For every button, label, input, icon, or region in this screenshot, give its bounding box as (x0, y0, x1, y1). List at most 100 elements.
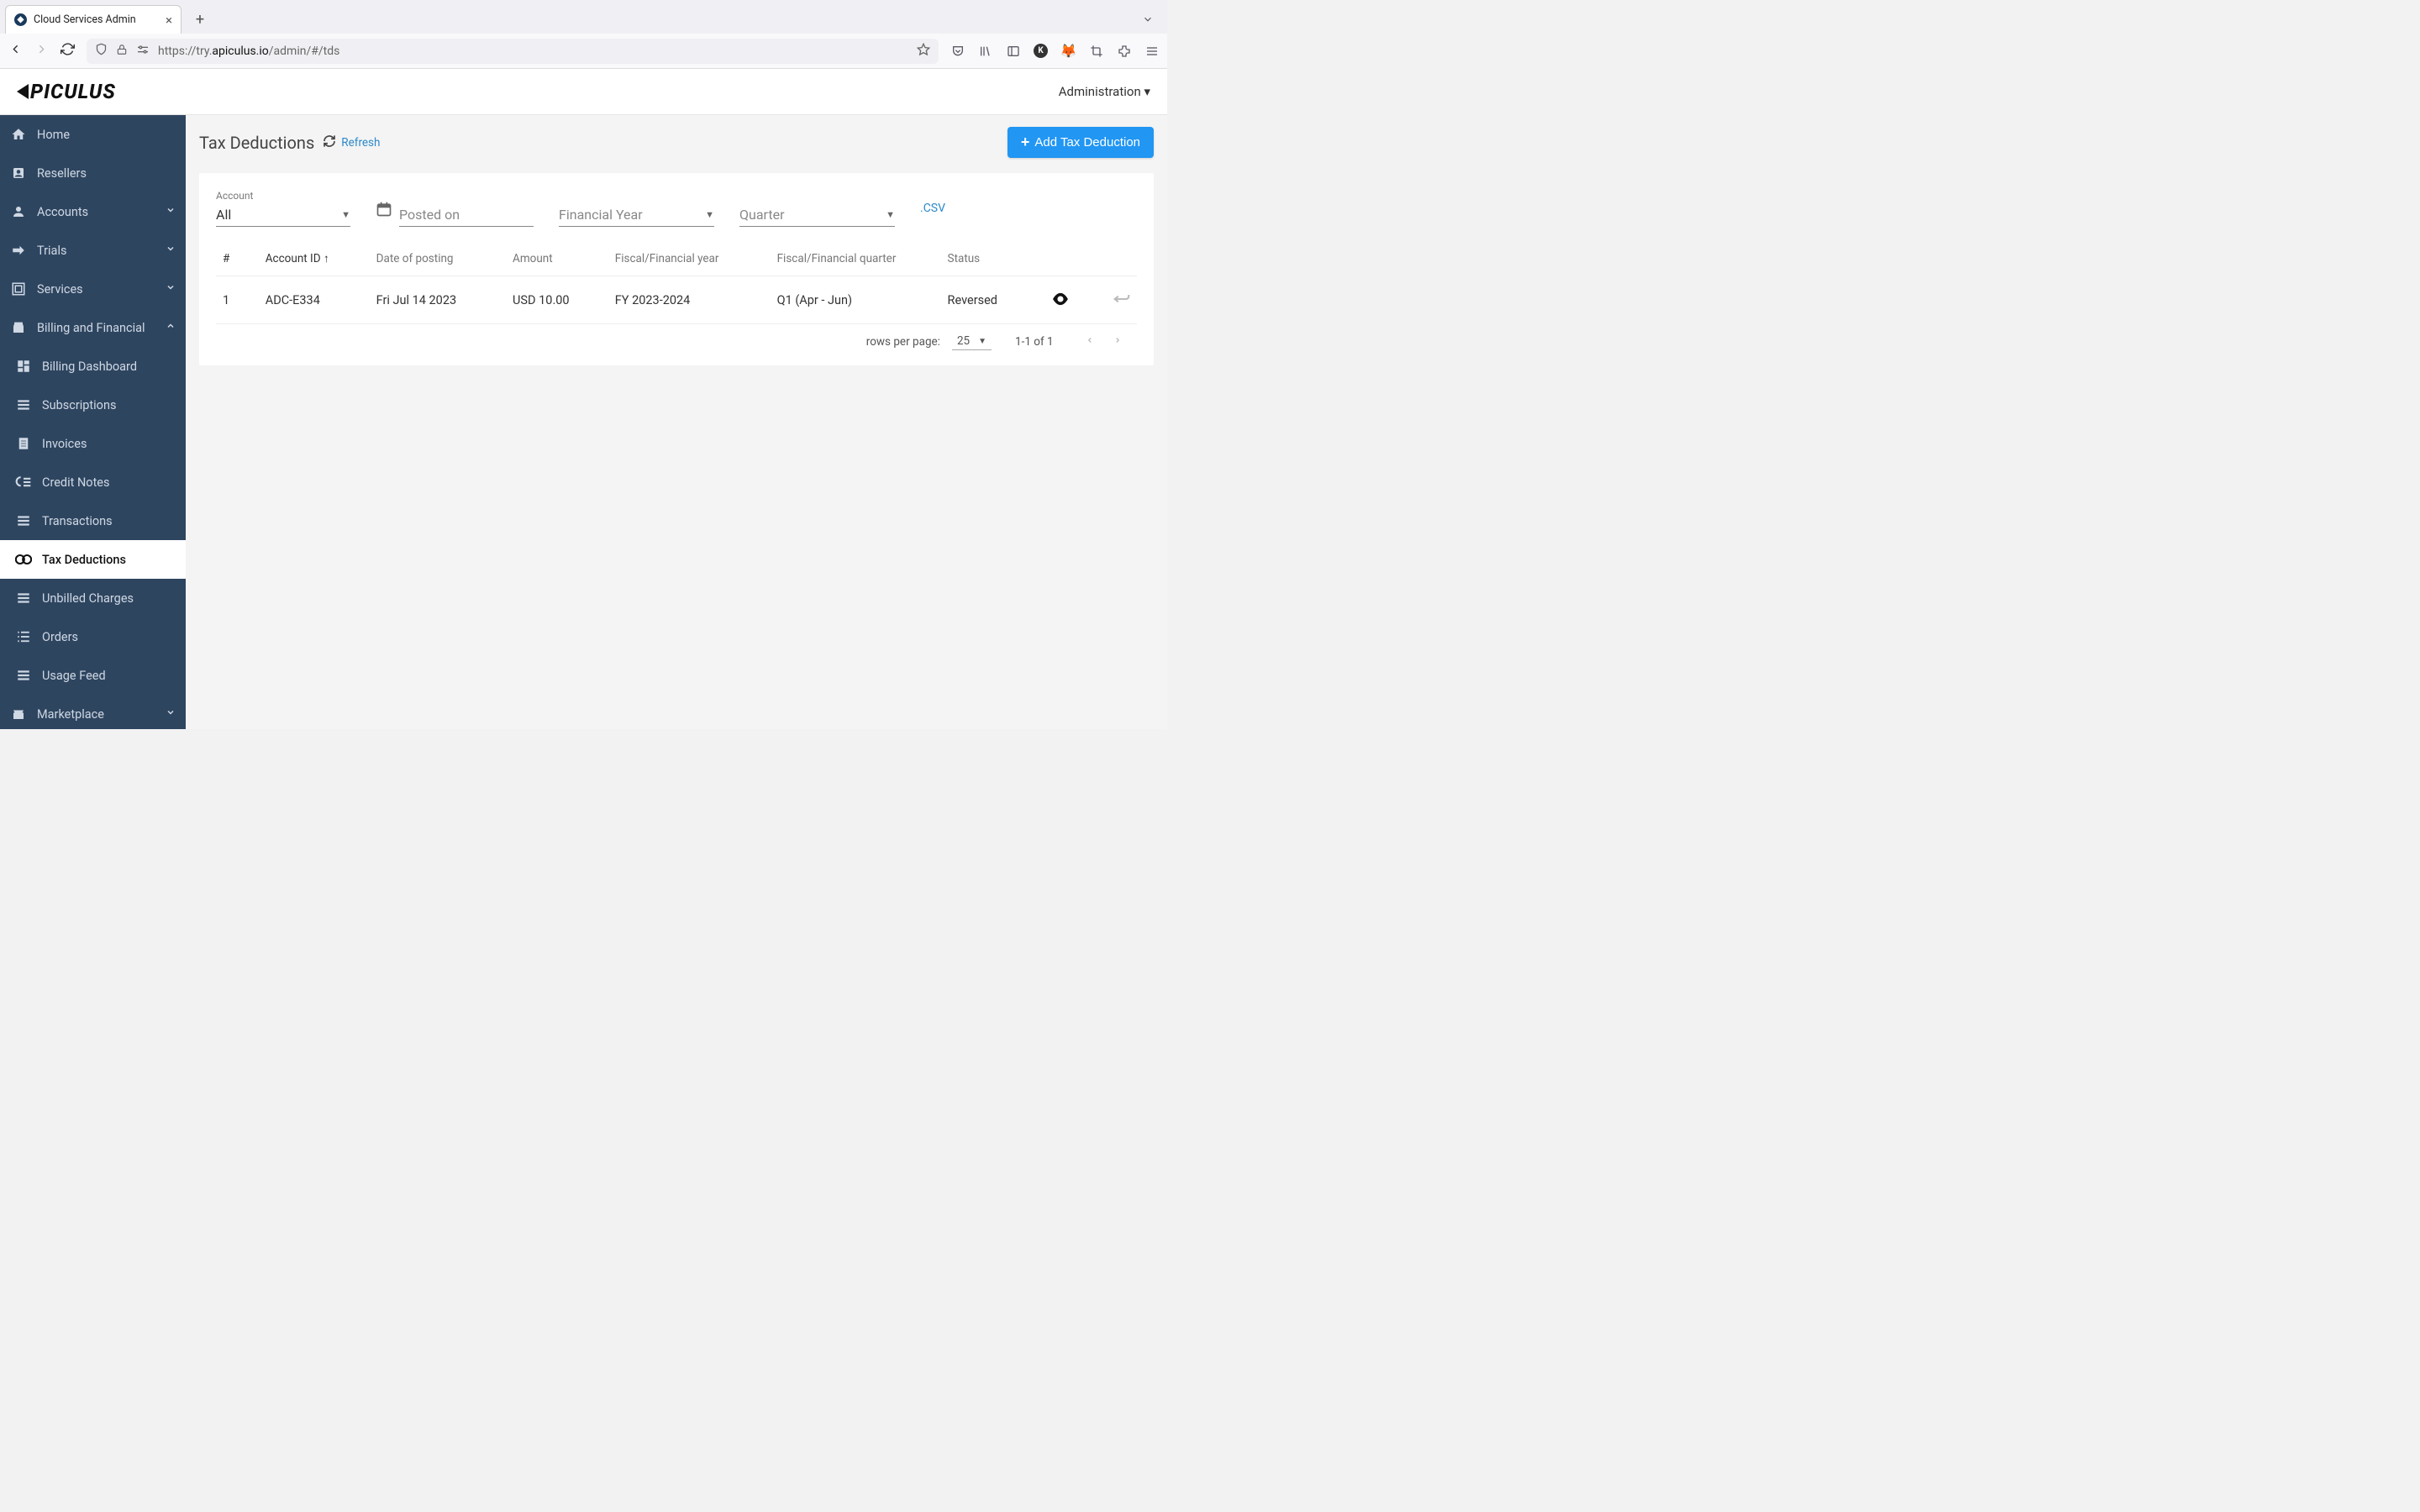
cell-fq: Q1 (Apr - Jun) (771, 276, 941, 324)
sidebar-item-usage-feed[interactable]: Usage Feed (0, 656, 186, 695)
metamask-icon[interactable]: 🦊 (1061, 44, 1076, 58)
col-fy[interactable]: Fiscal/Financial year (608, 242, 771, 276)
list-icon (15, 397, 32, 412)
sort-asc-icon: ↑ (324, 252, 329, 265)
view-icon[interactable] (1051, 290, 1070, 310)
col-fq[interactable]: Fiscal/Financial quarter (771, 242, 941, 276)
administration-dropdown[interactable]: Administration ▾ (1059, 84, 1150, 99)
sidebar-item-resellers[interactable]: Resellers (0, 154, 186, 192)
page-range: 1-1 of 1 (1015, 335, 1054, 349)
pagination: rows per page: 25 ▼ 1-1 of 1 (216, 324, 1137, 359)
sidebar-item-subscriptions[interactable]: Subscriptions (0, 386, 186, 424)
shield-icon (95, 43, 108, 59)
bookmark-icon[interactable] (917, 43, 930, 60)
marketplace-icon (10, 706, 27, 722)
cell-date: Fri Jul 14 2023 (370, 276, 506, 324)
dashboard-icon (15, 359, 32, 374)
sidebar: Home Resellers Accounts Trials Services … (0, 115, 186, 729)
chevron-down-icon: ▼ (705, 209, 714, 220)
extension-k-icon[interactable]: K (1034, 44, 1048, 58)
col-num: # (216, 242, 259, 276)
col-account-id[interactable]: Account ID ↑ (259, 242, 370, 276)
chevron-down-icon: ▼ (886, 209, 895, 220)
export-csv-link[interactable]: .CSV (920, 202, 945, 215)
address-bar: https://try.apiculus.io/admin/#/tds K 🦊 (0, 34, 1167, 69)
new-tab-button[interactable]: + (188, 8, 212, 31)
permissions-icon (136, 44, 150, 59)
sidebar-item-marketplace[interactable]: Marketplace (0, 695, 186, 729)
library-icon[interactable] (978, 44, 992, 58)
orders-icon (15, 629, 32, 644)
list-icon (15, 513, 32, 528)
cell-fy: FY 2023-2024 (608, 276, 771, 324)
home-icon (10, 127, 27, 142)
next-page-button[interactable] (1113, 333, 1122, 349)
col-status[interactable]: Status (941, 242, 1035, 276)
sidebar-item-trials[interactable]: Trials (0, 231, 186, 270)
logo[interactable]: PICULUS (17, 80, 116, 103)
return-icon[interactable] (1113, 291, 1130, 309)
sidebar-item-billing[interactable]: Billing and Financial (0, 308, 186, 347)
list-icon (15, 668, 32, 683)
app-header: PICULUS Administration ▾ (0, 69, 1167, 115)
sidebar-item-services[interactable]: Services (0, 270, 186, 308)
refresh-button[interactable]: Refresh (323, 134, 380, 151)
services-icon (10, 281, 27, 297)
filter-account[interactable]: Account All ▼ (216, 190, 350, 227)
sidebar-item-invoices[interactable]: Invoices (0, 424, 186, 463)
sidebar-item-accounts[interactable]: Accounts (0, 192, 186, 231)
page-title: Tax Deductions (199, 133, 314, 153)
sidebar-item-credit-notes[interactable]: Credit Notes (0, 463, 186, 501)
tab-overflow-icon[interactable] (1142, 13, 1154, 29)
calendar-icon[interactable] (376, 201, 392, 222)
add-tax-deduction-button[interactable]: + Add Tax Deduction (1007, 127, 1154, 158)
cell-num: 1 (216, 276, 259, 324)
tax-deductions-table: # Account ID ↑ Date of posting Amount Fi… (216, 242, 1137, 324)
billing-icon (10, 320, 27, 335)
sidebar-item-tax-deductions[interactable]: Tax Deductions (0, 540, 186, 579)
cell-account-id: ADC-E334 (259, 276, 370, 324)
content-card: Account All ▼ Posted on Financial Year ▼ (199, 173, 1154, 365)
table-row: 1 ADC-E334 Fri Jul 14 2023 USD 10.00 FY … (216, 276, 1137, 324)
url-input[interactable]: https://try.apiculus.io/admin/#/tds (87, 39, 939, 64)
menu-icon[interactable] (1144, 44, 1159, 58)
tab-bar: ◆ Cloud Services Admin × + (0, 0, 1167, 34)
prev-page-button[interactable] (1086, 333, 1094, 349)
sidebar-item-unbilled[interactable]: Unbilled Charges (0, 579, 186, 617)
col-date[interactable]: Date of posting (370, 242, 506, 276)
chevron-down-icon (166, 282, 176, 296)
browser-tab[interactable]: ◆ Cloud Services Admin × (5, 5, 182, 34)
col-amount[interactable]: Amount (506, 242, 608, 276)
reload-button[interactable] (60, 42, 75, 60)
extension-crop-icon[interactable] (1089, 44, 1103, 58)
sidebar-item-billing-dashboard[interactable]: Billing Dashboard (0, 347, 186, 386)
reader-icon[interactable] (1006, 44, 1020, 58)
filter-quarter[interactable]: Quarter ▼ (739, 203, 895, 227)
tab-title: Cloud Services Admin (34, 13, 159, 26)
sidebar-item-transactions[interactable]: Transactions (0, 501, 186, 540)
close-tab-icon[interactable]: × (166, 13, 172, 28)
chevron-down-icon (166, 205, 176, 218)
favicon-icon: ◆ (14, 13, 27, 26)
chevron-down-icon (166, 244, 176, 257)
tax-icon (15, 552, 32, 567)
chevron-up-icon (166, 321, 176, 334)
back-button[interactable] (8, 42, 23, 60)
rows-per-page-select[interactable]: 25 ▼ (952, 333, 992, 350)
filter-financial-year[interactable]: Financial Year ▼ (559, 203, 714, 227)
chevron-down-icon: ▾ (1144, 84, 1150, 99)
sidebar-item-home[interactable]: Home (0, 115, 186, 154)
extension-icons: K 🦊 (950, 44, 1159, 58)
chevron-down-icon: ▼ (978, 337, 986, 346)
invoice-icon (15, 436, 32, 451)
trials-icon (10, 243, 27, 258)
lock-icon (116, 44, 128, 59)
filter-posted-on[interactable]: Posted on (399, 203, 534, 227)
pocket-icon[interactable] (950, 44, 965, 58)
accounts-icon (10, 204, 27, 219)
logo-icon (17, 84, 29, 99)
chevron-down-icon (166, 707, 176, 721)
filter-row: Account All ▼ Posted on Financial Year ▼ (216, 185, 1137, 242)
extensions-icon[interactable] (1117, 44, 1131, 58)
sidebar-item-orders[interactable]: Orders (0, 617, 186, 656)
